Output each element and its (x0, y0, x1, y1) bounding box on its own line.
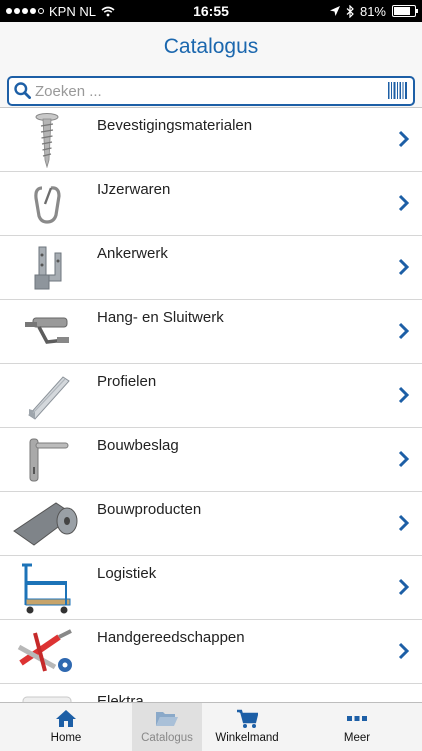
search-box[interactable] (7, 76, 415, 106)
category-label: Bouwbeslag (97, 437, 179, 454)
anchor-bracket-icon (10, 239, 84, 297)
more-icon (292, 709, 422, 729)
category-row-handgereedschappen[interactable]: Handgereedschappen (0, 620, 422, 684)
carabiner-icon (10, 175, 84, 233)
search-bar (0, 72, 422, 108)
door-handle-icon (10, 431, 84, 489)
home-icon (0, 709, 132, 729)
tab-catalogus[interactable]: Catalogus (132, 703, 202, 751)
category-row-bouwbeslag[interactable]: Bouwbeslag (0, 428, 422, 492)
battery-percent: 81% (359, 3, 386, 19)
tools-icon (10, 623, 84, 681)
chevron-right-icon (398, 194, 410, 212)
search-icon (14, 82, 31, 99)
location-icon (329, 6, 340, 16)
category-label: Logistiek (97, 565, 157, 582)
roll-icon (10, 495, 84, 553)
search-input[interactable] (35, 80, 365, 102)
category-row-ankerwerk[interactable]: Ankerwerk (0, 236, 422, 300)
category-label: Profielen (97, 373, 157, 390)
chevron-right-icon (398, 450, 410, 468)
category-label: Ankerwerk (97, 245, 168, 262)
electric-box-icon (10, 687, 84, 702)
nav-header: Catalogus (0, 22, 422, 72)
category-row-profielen[interactable]: Profielen (0, 364, 422, 428)
category-row-hang-en-sluitwerk[interactable]: Hang- en Sluitwerk (0, 300, 422, 364)
door-closer-icon (10, 303, 84, 361)
chevron-right-icon (398, 130, 410, 148)
chevron-right-icon (398, 322, 410, 340)
category-label: Elektra (97, 693, 144, 702)
trolley-icon (10, 559, 84, 617)
tab-home[interactable]: Home (0, 703, 132, 751)
category-label: Bouwproducten (97, 501, 202, 518)
category-label: IJzerwaren (97, 181, 171, 198)
tab-label: Winkelmand (215, 732, 279, 744)
category-list: Bevestigingsmaterialen IJzerwaren Ankerw… (0, 108, 422, 702)
chevron-right-icon (398, 258, 410, 276)
tab-label: Catalogus (141, 732, 193, 744)
profile-bar-icon (10, 367, 84, 425)
tab-winkelmand[interactable]: Winkelmand (202, 703, 292, 751)
category-row-logistiek[interactable]: Logistiek (0, 556, 422, 620)
screw-icon (10, 111, 84, 169)
category-label: Handgereedschappen (97, 629, 245, 646)
bluetooth-icon (346, 4, 354, 18)
category-row-bevestigingsmaterialen[interactable]: Bevestigingsmaterialen (0, 108, 422, 172)
status-right: 81% (329, 0, 418, 22)
tab-label: Meer (343, 732, 371, 744)
chevron-right-icon (398, 642, 410, 660)
category-label: Bevestigingsmaterialen (97, 117, 253, 134)
cart-icon (202, 709, 292, 729)
battery-icon (392, 5, 418, 17)
chevron-right-icon (398, 514, 410, 532)
status-bar: KPN NL 16:55 81% (0, 0, 422, 22)
chevron-right-icon (398, 578, 410, 596)
barcode-scan-icon[interactable] (388, 82, 408, 99)
category-label: Hang- en Sluitwerk (97, 309, 224, 326)
page-title: Catalogus (163, 35, 259, 58)
category-row-elektra[interactable]: Elektra (0, 684, 422, 702)
tab-bar: Home Catalogus Winkelmand Meer (0, 702, 422, 751)
folder-icon (132, 709, 202, 729)
category-row-ijzerwaren[interactable]: IJzerwaren (0, 172, 422, 236)
category-row-bouwproducten[interactable]: Bouwproducten (0, 492, 422, 556)
tab-meer[interactable]: Meer (292, 703, 422, 751)
tab-label: Home (50, 732, 82, 744)
chevron-right-icon (398, 386, 410, 404)
